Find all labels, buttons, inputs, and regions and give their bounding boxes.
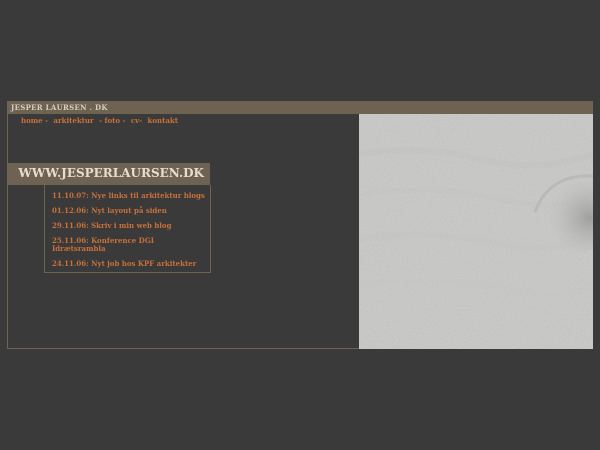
main-frame: JESPER LAURSEN . DK home - arkitektur - … [7, 101, 593, 349]
sand-photo [359, 114, 593, 349]
site-title: JESPER LAURSEN . DK [11, 103, 108, 112]
news-list: 11.10.07: Nye links til arkitektur blogs… [44, 185, 211, 273]
nav-link-foto[interactable]: - foto - [99, 116, 125, 125]
nav-link-cv[interactable]: cv- [131, 116, 142, 125]
main-nav: home - arkitektur - foto - cv- kontakt [21, 116, 181, 125]
news-item-4[interactable]: 25.11.06: Konference DGI Idrætsrambla [52, 237, 207, 253]
site-banner: WWW.JESPERLAURSEN.DK [8, 163, 210, 185]
news-item-5[interactable]: 24.11.06: Nyt job hos KPF arkitekter [52, 260, 207, 268]
nav-link-kontakt[interactable]: kontakt [148, 116, 178, 125]
nav-link-arkitektur[interactable]: arkitektur [53, 116, 93, 125]
news-item-1[interactable]: 11.10.07: Nye links til arkitektur blogs [52, 192, 207, 200]
news-item-3[interactable]: 29.11.06: Skriv i min web blog [52, 222, 207, 230]
title-bar: JESPER LAURSEN . DK [8, 102, 592, 114]
news-item-2[interactable]: 01.12.06: Nyt layout på siden [52, 207, 207, 215]
nav-link-home[interactable]: home - [21, 116, 48, 125]
banner-title[interactable]: WWW.JESPERLAURSEN.DK [18, 166, 204, 180]
